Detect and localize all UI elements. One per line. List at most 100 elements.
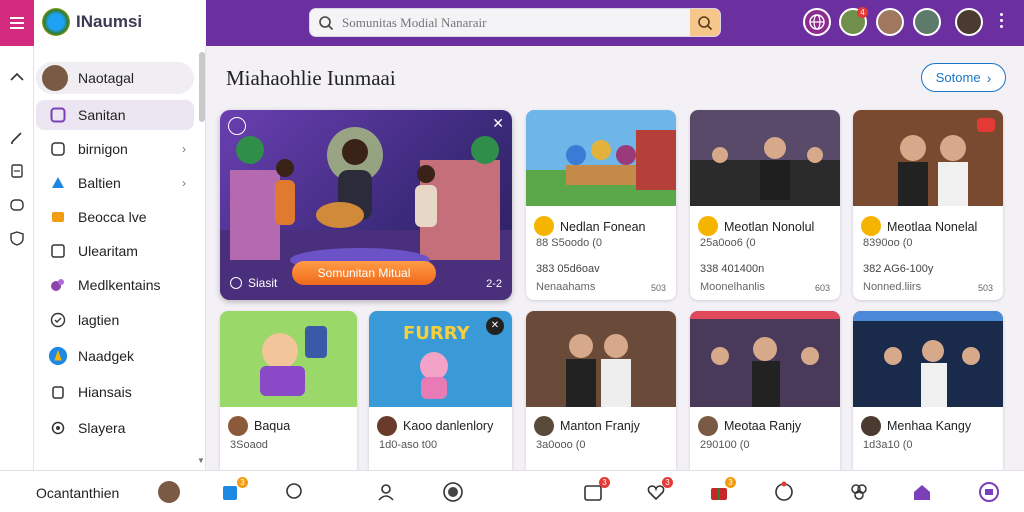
sidebar-profile[interactable]: Naotagal	[36, 62, 194, 94]
icon-rail	[0, 46, 34, 470]
calendar-icon[interactable]: 3	[582, 477, 610, 503]
card-title: Nedlan Fonean	[560, 220, 646, 234]
top-bar: INaumsi 4	[0, 0, 1024, 46]
sidebar-scroll-down-icon[interactable]: ▼	[197, 456, 205, 465]
inbox-icon[interactable]: 3	[220, 477, 248, 503]
see-all-button[interactable]: Sotome ›	[921, 63, 1006, 92]
sidebar-item-medlkentains[interactable]: Medlkentains	[36, 270, 194, 300]
record-icon[interactable]	[442, 481, 464, 503]
notifications-avatar[interactable]	[803, 8, 831, 36]
avatar[interactable]	[158, 481, 180, 503]
live-icon[interactable]	[978, 481, 1000, 503]
avatar	[228, 416, 248, 436]
avatar	[861, 416, 881, 436]
content-card[interactable]: Baqua 3Soaod	[220, 311, 357, 470]
bottom-bar: Ocantanthien 3 3 3 3	[0, 470, 1024, 512]
play-icon[interactable]	[228, 117, 246, 135]
user-avatar[interactable]	[913, 8, 941, 36]
sidebar-item-sanitan[interactable]: Sanitan	[36, 100, 194, 130]
live-badge-icon	[977, 118, 995, 132]
brand-area[interactable]: INaumsi	[34, 0, 206, 46]
heart-icon[interactable]: 3	[645, 477, 673, 503]
bag-icon	[48, 382, 68, 402]
svg-text:FURRY: FURRY	[403, 323, 471, 344]
content-card[interactable]: Meotlan Nonolul 25a0oo6 (0 338 401400n M…	[690, 110, 840, 300]
card-subtitle: 338 401400n	[700, 263, 765, 275]
card-meta: 88 S5oodo (0	[536, 237, 603, 249]
content-card[interactable]: Menhaa Kangy 1d3a10 (0	[853, 311, 1003, 470]
coin-icon	[698, 216, 718, 236]
flower-icon[interactable]	[848, 481, 870, 503]
featured-cta-button[interactable]: Somunitan Mitual	[292, 261, 436, 285]
sidebar-item-birnigon[interactable]: birnigon ›	[36, 134, 194, 164]
avatar	[698, 416, 718, 436]
page-title: Miahaohlie Iunmaai	[226, 66, 396, 90]
note-icon[interactable]	[8, 162, 26, 180]
sidebar-item-baltien[interactable]: Baltien ›	[36, 168, 194, 198]
user-avatar[interactable]	[876, 8, 904, 36]
see-all-label: Sotome	[935, 70, 981, 85]
gift-icon[interactable]: 3	[708, 477, 736, 503]
sidebar-item-naadgek[interactable]: Naadgek	[36, 341, 194, 371]
card-meta: 3Soaod	[230, 439, 268, 451]
content-card[interactable]: Meotaa Ranjy 290100 (0	[690, 311, 840, 470]
featured-label-text: Siasit	[248, 276, 278, 290]
notification-badge: 3	[725, 477, 736, 488]
chevron-right-icon[interactable]: ›	[182, 142, 186, 156]
more-options-icon[interactable]	[998, 13, 1004, 33]
smile-icon[interactable]	[773, 481, 795, 503]
featured-card[interactable]: ✕ Somunitan Mitual Siasit 2-2	[220, 110, 512, 300]
close-icon[interactable]: ✕	[492, 115, 504, 132]
content-card[interactable]: Manton Franjy 3a0ooo (0	[526, 311, 676, 470]
content-card[interactable]: Nedlan Fonean 88 S5oodo (0 383 05d6oav N…	[526, 110, 676, 300]
notification-badge: 3	[599, 477, 610, 488]
sidebar-item-hiansais[interactable]: Hiansais	[36, 377, 194, 407]
sidebar-item-label: Medlkentains	[78, 277, 161, 293]
chat-icon[interactable]	[283, 481, 305, 503]
shield-icon[interactable]	[8, 229, 26, 247]
card-thumbnail	[690, 311, 840, 407]
people-icon[interactable]	[375, 481, 397, 503]
card-footer: Moonelhanlis	[700, 281, 765, 293]
featured-count: 2-2	[486, 278, 502, 290]
sidebar-item-slayera[interactable]: Slayera	[36, 413, 194, 443]
bottom-bar-label: Ocantanthien	[36, 485, 120, 501]
grid-icon	[48, 241, 68, 261]
card-thumbnail	[220, 311, 357, 407]
card-count: 603	[814, 283, 830, 293]
user-avatar[interactable]: 4	[839, 7, 868, 36]
chat-icon[interactable]	[8, 196, 26, 214]
coin-icon	[861, 216, 881, 236]
sidebar-item-label: Naadgek	[78, 348, 135, 364]
card-meta: 290100 (0	[700, 439, 750, 451]
search-input[interactable]	[342, 13, 682, 33]
sidebar-item-ulearitam[interactable]: Ulearitam	[36, 236, 194, 266]
search-icon	[698, 15, 713, 30]
sidebar-item-label: Slayera	[78, 420, 126, 436]
chevron-up-icon[interactable]	[8, 68, 26, 86]
home-icon[interactable]	[911, 481, 933, 503]
card-title: Manton Franjy	[560, 419, 640, 433]
card-meta: 8390oo (0	[863, 237, 913, 249]
sidebar-scrollbar[interactable]	[199, 52, 205, 122]
notification-badge: 3	[237, 477, 248, 488]
sidebar-item-beocca[interactable]: Beocca lve	[36, 202, 194, 232]
hamburger-menu-button[interactable]	[0, 0, 34, 46]
drop-icon	[48, 139, 68, 159]
chevron-right-icon[interactable]: ›	[182, 176, 186, 190]
close-icon[interactable]: ✕	[486, 317, 504, 335]
sidebar-item-label: Beocca lve	[78, 209, 147, 225]
profile-avatar[interactable]	[955, 8, 983, 36]
sidebar-item-label: lagtien	[78, 312, 120, 328]
sidebar-item-lagtien[interactable]: lagtien	[36, 305, 194, 335]
sidebar-profile-label: Naotagal	[78, 70, 135, 86]
content-card[interactable]: Meotlaa Nonelal 8390oo (0 382 AG6-100y N…	[853, 110, 1003, 300]
card-title: Kaoo danlenlory	[403, 419, 494, 433]
sidebar-item-label: Sanitan	[78, 107, 126, 123]
content-card[interactable]: FURRY ✕ Kaoo danlenlory 1d0-aso t00	[369, 311, 512, 470]
card-title: Meotlan Nonolul	[724, 220, 815, 234]
avatar	[534, 416, 554, 436]
clock-icon	[230, 277, 242, 289]
pencil-icon[interactable]	[8, 128, 26, 146]
search-submit-button[interactable]	[690, 9, 720, 36]
